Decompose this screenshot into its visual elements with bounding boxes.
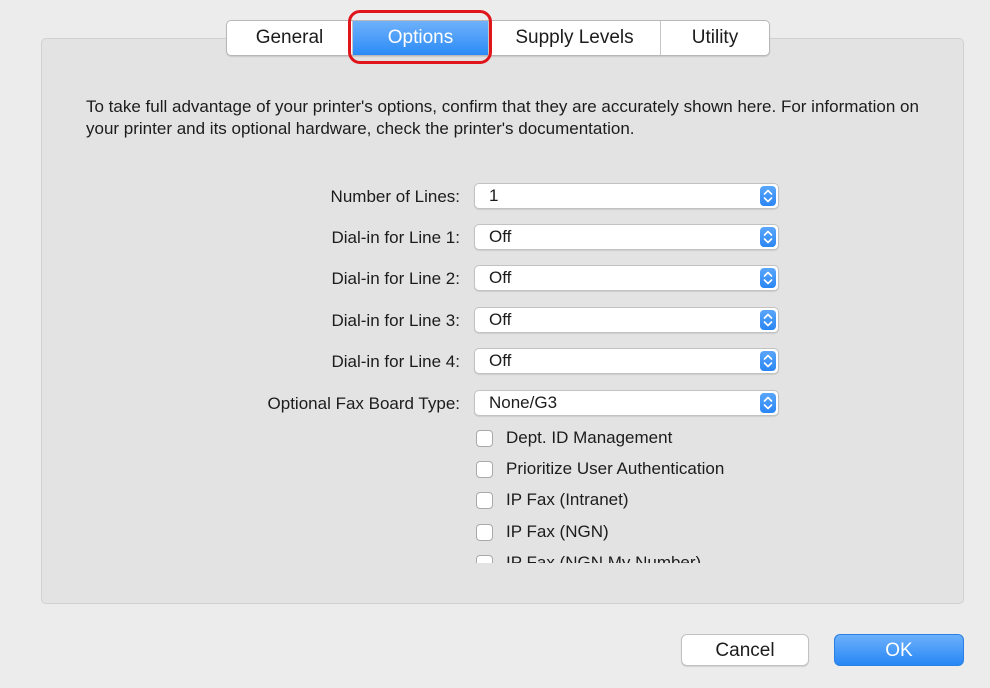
select-value: None/G3: [489, 393, 558, 412]
checkbox-label: IP Fax (NGN): [506, 522, 609, 541]
popup-stepper-icon: [760, 310, 776, 330]
options-description: To take full advantage of your printer's…: [86, 97, 919, 138]
number-of-lines-select[interactable]: 1: [474, 183, 779, 209]
popup-stepper-icon: [760, 227, 776, 247]
checkbox-box[interactable]: [476, 430, 493, 447]
field-row-dial-in-line-1: Dial-in for Line 1: Off: [0, 224, 990, 252]
tab-options[interactable]: Options: [353, 21, 489, 55]
checkbox-ip-fax-ngn[interactable]: IP Fax (NGN): [476, 521, 806, 543]
dial-in-line-1-select[interactable]: Off: [474, 224, 779, 250]
field-row-dial-in-line-3: Dial-in for Line 3: Off: [0, 307, 990, 335]
popup-stepper-icon: [760, 186, 776, 206]
checkbox-box[interactable]: [476, 555, 493, 563]
dial-in-line-2-select[interactable]: Off: [474, 265, 779, 291]
checkbox-box[interactable]: [476, 492, 493, 509]
field-label: Dial-in for Line 4:: [331, 352, 460, 371]
checkbox-prioritize-user-authentication[interactable]: Prioritize User Authentication: [476, 458, 806, 480]
checkbox-label: Prioritize User Authentication: [506, 459, 725, 478]
checkbox-label: Dept. ID Management: [506, 428, 673, 447]
select-value: Off: [489, 351, 512, 370]
popup-stepper-icon: [760, 351, 776, 371]
checkbox-label: IP Fax (NGN My Number): [506, 553, 702, 563]
tab-utility[interactable]: Utility: [661, 21, 769, 55]
checkbox-box[interactable]: [476, 524, 493, 541]
checkbox-box[interactable]: [476, 461, 493, 478]
popup-stepper-icon: [760, 393, 776, 413]
select-value: Off: [489, 268, 512, 287]
checkbox-ip-fax-ngn-my-number[interactable]: IP Fax (NGN My Number): [476, 552, 806, 563]
tab-bar: General Options Supply Levels Utility: [226, 20, 770, 56]
printer-options-dialog: General Options Supply Levels Utility To…: [0, 0, 990, 688]
field-label: Dial-in for Line 2:: [331, 269, 460, 288]
cancel-button[interactable]: Cancel: [681, 634, 809, 666]
field-row-number-of-lines: Number of Lines: 1: [0, 183, 990, 211]
select-value: 1: [489, 186, 499, 205]
field-label: Number of Lines:: [330, 187, 460, 206]
tab-general[interactable]: General: [227, 21, 353, 55]
ok-button[interactable]: OK: [834, 634, 964, 666]
checkbox-dept-id-management[interactable]: Dept. ID Management: [476, 427, 806, 449]
field-row-optional-fax-board-type: Optional Fax Board Type: None/G3: [0, 390, 990, 418]
field-label: Dial-in for Line 1:: [331, 228, 460, 247]
tab-supply-levels[interactable]: Supply Levels: [489, 21, 661, 55]
checkbox-list[interactable]: Dept. ID Management Prioritize User Auth…: [474, 425, 814, 563]
field-label: Dial-in for Line 3:: [331, 311, 460, 330]
field-row-dial-in-line-2: Dial-in for Line 2: Off: [0, 265, 990, 293]
dial-in-line-3-select[interactable]: Off: [474, 307, 779, 333]
popup-stepper-icon: [760, 268, 776, 288]
optional-fax-board-type-select[interactable]: None/G3: [474, 390, 779, 416]
dial-in-line-4-select[interactable]: Off: [474, 348, 779, 374]
checkbox-label: IP Fax (Intranet): [506, 490, 629, 509]
select-value: Off: [489, 227, 512, 246]
field-row-dial-in-line-4: Dial-in for Line 4: Off: [0, 348, 990, 376]
select-value: Off: [489, 310, 512, 329]
checkbox-ip-fax-intranet[interactable]: IP Fax (Intranet): [476, 489, 806, 511]
field-label: Optional Fax Board Type:: [267, 394, 460, 413]
